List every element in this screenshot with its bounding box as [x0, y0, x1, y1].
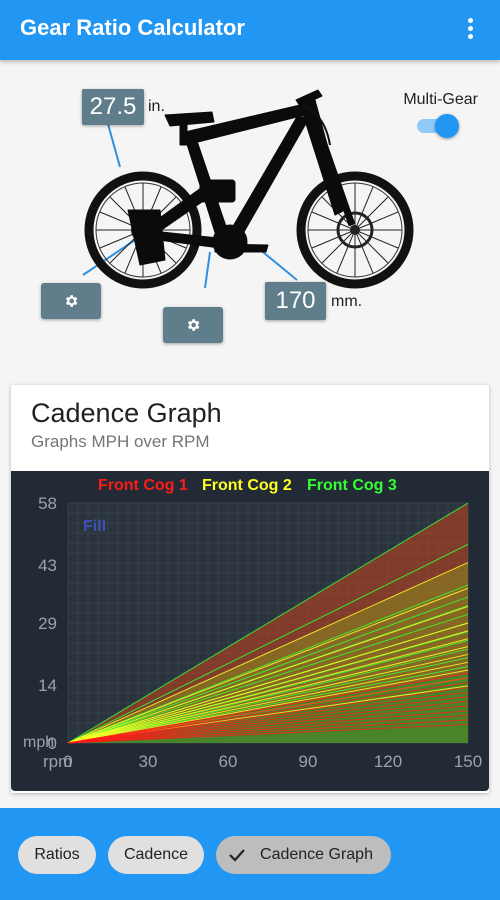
y-tick-label: 14 — [38, 676, 57, 695]
x-tick-label: 150 — [454, 752, 482, 771]
tab-label: Ratios — [34, 846, 80, 863]
cadence-graph-card: Cadence Graph Graphs MPH over RPM 0 14 29 4… — [11, 385, 489, 793]
bike-diagram: 27.5 in. 170 mm. Multi-Gear — [0, 60, 500, 380]
gear-icon — [188, 319, 200, 331]
rear-cog-settings-button[interactable] — [41, 283, 101, 319]
toggle-thumb[interactable] — [435, 114, 459, 138]
tab-label: Cadence Graph — [260, 846, 373, 863]
crank-length-value[interactable]: 170 — [265, 282, 326, 320]
gear-icon — [66, 295, 78, 307]
crank-length-unit: mm. — [331, 293, 363, 310]
card-subtitle: Graphs MPH over RPM — [31, 432, 210, 451]
cadence-chart[interactable]: 0 14 29 43 58 0 30 60 90 120 150 mph rpm Fill Front Co… — [11, 471, 489, 791]
multi-gear-label: Multi-Gear — [403, 91, 478, 108]
more-vert-icon[interactable] — [458, 15, 482, 45]
card-title: Cadence Graph — [31, 398, 222, 428]
legend-item: Front Cog 1 — [98, 477, 188, 494]
legend-item: Front Cog 2 — [202, 477, 292, 494]
front-cog-settings-button[interactable] — [163, 307, 223, 343]
y-axis-label: mph — [23, 734, 54, 751]
wheel-size-value[interactable]: 27.5 — [82, 89, 144, 125]
tab-cadence-graph[interactable]: Cadence Graph — [216, 836, 391, 874]
tab-label: Cadence — [123, 846, 189, 863]
bottom-tab-bar: Ratios Cadence Cadence Graph — [0, 808, 500, 900]
check-icon — [229, 849, 245, 862]
y-tick-label: 29 — [38, 614, 57, 633]
y-tick-label: 43 — [38, 556, 57, 575]
multi-gear-toggle[interactable] — [415, 114, 459, 138]
fill-label: Fill — [83, 518, 106, 535]
cadence-chart-svg: 0142943580 30 60 90 120 150mphrpmFillFront Co… — [23, 477, 482, 771]
x-axis-label: rpm — [43, 752, 72, 771]
app-bar: Gear Ratio Calculator — [0, 0, 500, 60]
x-tick-label: 120 — [374, 752, 402, 771]
x-tick-label: 60 — [219, 752, 238, 771]
tab-cadence[interactable]: Cadence — [108, 836, 204, 874]
tab-ratios[interactable]: Ratios — [18, 836, 96, 874]
app-title: Gear Ratio Calculator — [20, 15, 245, 40]
y-tick-label: 58 — [38, 494, 57, 513]
wheel-size-unit: in. — [148, 98, 165, 115]
x-tick-label: 90 — [299, 752, 318, 771]
x-tick-label: 30 — [139, 752, 158, 771]
front-wheel — [296, 171, 414, 289]
legend-item: Front Cog 3 — [307, 477, 397, 494]
